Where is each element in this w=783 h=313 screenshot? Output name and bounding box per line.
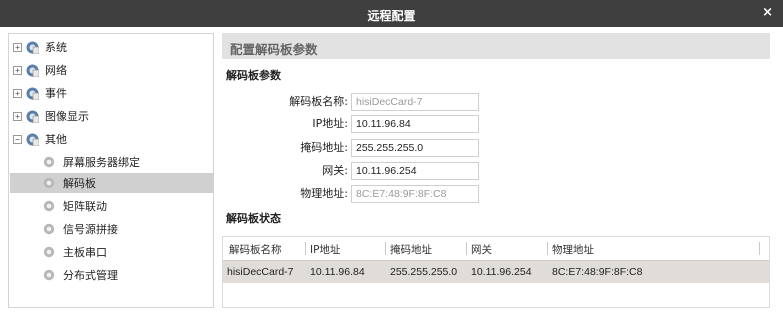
gateway-label: 网关: [322, 164, 348, 177]
gear-icon [43, 177, 55, 189]
tree-item-label: 信号源拼接 [63, 223, 118, 236]
tree-item-decode-board[interactable]: 解码板 [10, 173, 213, 193]
main-panel: 配置解码板参数 解码板参数 解码板名称: hisiDecCard-7 IP地址:… [222, 33, 775, 308]
tree-item-label: 矩阵联动 [63, 200, 107, 213]
cell-name: hisiDecCard-7 [227, 266, 294, 278]
column-header-ip[interactable]: IP地址 [310, 242, 340, 257]
gear-icon [43, 200, 55, 212]
folder-gear-icon [26, 110, 39, 123]
tree-item-label: 网络 [45, 64, 67, 77]
tree-item-image-display[interactable]: + 图像显示 [13, 106, 89, 126]
table-header: 解码板名称 IP地址 掩码地址 网关 物理地址 [223, 237, 769, 260]
tree-item-matrix-link[interactable]: 矩阵联动 [43, 196, 203, 216]
cell-ip: 10.11.96.84 [310, 266, 365, 278]
status-section-title: 解码板状态 [226, 212, 281, 225]
expand-icon[interactable]: + [13, 65, 22, 75]
mask-field[interactable]: 255.255.255.0 [351, 139, 479, 157]
column-divider[interactable] [759, 242, 760, 255]
tree-item-label: 主板串口 [63, 246, 107, 259]
folder-gear-icon [26, 87, 39, 100]
column-divider[interactable] [547, 242, 548, 255]
status-table: 解码板名称 IP地址 掩码地址 网关 物理地址 hisiDecCard-7 10… [222, 236, 770, 308]
mac-label: 物理地址: [300, 187, 348, 200]
name-field: hisiDecCard-7 [351, 93, 479, 111]
collapse-icon[interactable]: − [13, 134, 22, 144]
tree-item-label: 其他 [45, 133, 67, 146]
gear-icon [43, 246, 55, 258]
folder-gear-icon [26, 64, 39, 77]
column-divider[interactable] [385, 242, 386, 255]
tree-item-label: 图像显示 [45, 110, 89, 123]
tree-item-label: 分布式管理 [63, 269, 118, 282]
close-icon[interactable]: × [762, 6, 773, 20]
column-header-gateway[interactable]: 网关 [471, 242, 492, 257]
column-header-mac[interactable]: 物理地址 [552, 242, 594, 257]
title-bar: 远程配置 × [0, 0, 783, 27]
table-row[interactable]: hisiDecCard-7 10.11.96.84 255.255.255.0 … [223, 260, 769, 283]
column-divider[interactable] [466, 242, 467, 255]
page-header: 配置解码板参数 [222, 33, 770, 59]
gear-icon [43, 156, 55, 168]
folder-gear-icon [26, 133, 39, 146]
cell-mac: 8C:E7:48:9F:8F:C8 [552, 266, 643, 278]
gear-icon [43, 223, 55, 235]
name-label: 解码板名称: [289, 95, 348, 108]
tree-item-event[interactable]: + 事件 [13, 83, 67, 103]
expand-icon[interactable]: + [13, 42, 22, 52]
cell-gateway: 10.11.96.254 [471, 266, 532, 278]
mac-field: 8C:E7:48:9F:8F:C8 [351, 185, 479, 203]
expand-icon[interactable]: + [13, 111, 22, 121]
gear-icon [43, 269, 55, 281]
column-header-name[interactable]: 解码板名称 [229, 242, 282, 257]
sidebar-tree: + 系统 + 网络 + 事件 + 图像显示 − 其他 屏幕服务器绑定 解码板 矩… [8, 33, 214, 308]
params-section-title: 解码板参数 [226, 69, 281, 82]
tree-item-signal-splice[interactable]: 信号源拼接 [43, 219, 203, 239]
gateway-field[interactable]: 10.11.96.254 [351, 162, 479, 180]
column-divider[interactable] [305, 242, 306, 255]
tree-item-mainboard-serial[interactable]: 主板串口 [43, 242, 203, 262]
window-title: 远程配置 [367, 9, 416, 23]
tree-item-label: 屏幕服务器绑定 [63, 156, 140, 169]
cell-mask: 255.255.255.0 [390, 266, 458, 278]
tree-item-label: 事件 [45, 87, 67, 100]
tree-item-network[interactable]: + 网络 [13, 60, 67, 80]
ip-label: IP地址: [312, 117, 348, 130]
tree-item-label: 系统 [45, 41, 67, 54]
tree-item-screen-server-binding[interactable]: 屏幕服务器绑定 [43, 152, 203, 172]
mask-label: 掩码地址: [300, 141, 348, 154]
folder-gear-icon [26, 41, 39, 54]
expand-icon[interactable]: + [13, 88, 22, 98]
tree-item-distributed-management[interactable]: 分布式管理 [43, 265, 203, 285]
ip-field[interactable]: 10.11.96.84 [351, 115, 479, 133]
tree-item-system[interactable]: + 系统 [13, 37, 67, 57]
tree-item-label: 解码板 [63, 177, 96, 190]
column-header-mask[interactable]: 掩码地址 [390, 242, 432, 257]
tree-item-other[interactable]: − 其他 [13, 129, 67, 149]
